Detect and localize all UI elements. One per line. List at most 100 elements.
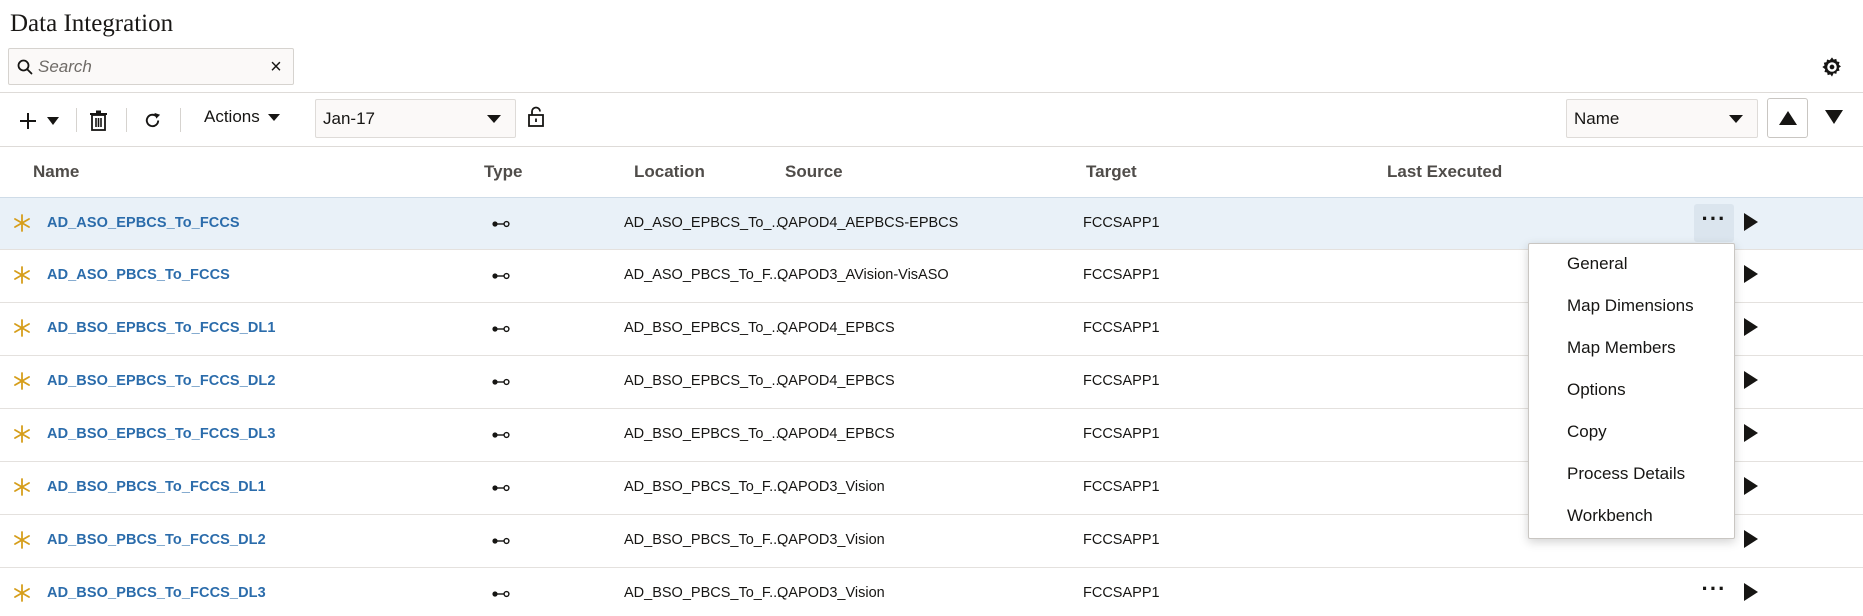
sort-ascending-button[interactable] [1767, 98, 1808, 138]
target-cell: FCCSAPP1 [1083, 215, 1160, 231]
integration-name-link[interactable]: AD_BSO_PBCS_To_FCCS_DL1 [47, 479, 266, 495]
integration-type-icon [492, 590, 510, 598]
run-icon[interactable] [1744, 371, 1758, 389]
location-cell: AD_BSO_EPBCS_To_... [624, 373, 784, 389]
run-icon[interactable] [1744, 530, 1758, 548]
triangle-up-icon [1779, 111, 1797, 125]
sort-descending-button[interactable] [1820, 98, 1850, 138]
menu-item-map-members[interactable]: Map Members [1567, 338, 1676, 358]
location-cell: AD_BSO_EPBCS_To_... [624, 426, 784, 442]
actions-label: Actions [204, 107, 260, 126]
integration-type-icon [492, 537, 510, 545]
target-cell: FCCSAPP1 [1083, 426, 1160, 442]
asterisk-icon [14, 214, 30, 232]
source-cell: QAPOD3_AVision-VisASO [777, 267, 949, 283]
integration-name-link[interactable]: AD_BSO_EPBCS_To_FCCS_DL2 [47, 373, 276, 389]
delete-icon[interactable] [89, 110, 108, 131]
page-title: Data Integration [10, 10, 174, 37]
chevron-down-icon [1729, 115, 1743, 123]
location-cell: AD_BSO_PBCS_To_F... [624, 532, 782, 548]
asterisk-icon [14, 584, 30, 602]
source-cell: QAPOD3_Vision [777, 479, 885, 495]
asterisk-icon [14, 425, 30, 443]
period-value: Jan-17 [323, 109, 375, 128]
source-cell: QAPOD4_EPBCS [777, 320, 895, 336]
integration-name-link[interactable]: AD_BSO_EPBCS_To_FCCS_DL1 [47, 320, 276, 336]
integration-name-link[interactable]: AD_BSO_EPBCS_To_FCCS_DL3 [47, 426, 276, 442]
actions-menu-button[interactable]: Actions [204, 107, 280, 133]
refresh-icon[interactable] [143, 111, 162, 130]
integration-type-icon [492, 220, 510, 228]
menu-item-general[interactable]: General [1567, 254, 1627, 274]
plus-icon[interactable] [18, 111, 38, 131]
more-actions-icon[interactable]: ··· [1694, 574, 1734, 612]
run-icon[interactable] [1744, 265, 1758, 283]
asterisk-icon [14, 372, 30, 390]
integration-type-icon [492, 325, 510, 333]
integration-type-icon [492, 484, 510, 492]
location-cell: AD_BSO_PBCS_To_F... [624, 585, 782, 601]
column-header-name[interactable]: Name [33, 162, 79, 182]
source-cell: QAPOD4_EPBCS [777, 426, 895, 442]
menu-item-workbench[interactable]: Workbench [1567, 506, 1653, 526]
menu-item-map-dimensions[interactable]: Map Dimensions [1567, 296, 1694, 316]
integration-name-link[interactable]: AD_ASO_EPBCS_To_FCCS [47, 215, 240, 231]
integration-type-icon [492, 378, 510, 386]
divider [76, 108, 77, 132]
source-cell: QAPOD4_EPBCS [777, 373, 895, 389]
chevron-down-icon [267, 114, 280, 122]
target-cell: FCCSAPP1 [1083, 585, 1160, 601]
run-icon[interactable] [1744, 213, 1758, 231]
more-actions-icon[interactable]: ··· [1694, 204, 1734, 242]
sort-field-select[interactable]: Name [1566, 99, 1758, 138]
menu-item-copy[interactable]: Copy [1567, 422, 1607, 442]
divider [126, 108, 127, 132]
triangle-down-icon [1825, 110, 1843, 124]
integration-type-icon [492, 272, 510, 280]
menu-item-options[interactable]: Options [1567, 380, 1626, 400]
asterisk-icon [14, 319, 30, 337]
column-header-target[interactable]: Target [1086, 162, 1137, 182]
run-icon[interactable] [1744, 477, 1758, 495]
asterisk-icon [14, 531, 30, 549]
chevron-down-icon [487, 115, 501, 123]
row-actions-menu: General Map Dimensions Map Members Optio… [1528, 243, 1735, 539]
source-cell: QAPOD4_AEPBCS-EPBCS [777, 215, 959, 231]
target-cell: FCCSAPP1 [1083, 479, 1160, 495]
integration-name-link[interactable]: AD_BSO_PBCS_To_FCCS_DL3 [47, 585, 266, 601]
unlock-icon[interactable] [528, 106, 544, 127]
integration-name-link[interactable]: AD_BSO_PBCS_To_FCCS_DL2 [47, 532, 266, 548]
clear-search-icon[interactable]: × [265, 56, 287, 78]
gear-icon[interactable] [1821, 56, 1843, 78]
search-icon [17, 59, 33, 75]
run-icon[interactable] [1744, 318, 1758, 336]
location-cell: AD_ASO_EPBCS_To_... [624, 215, 784, 231]
target-cell: FCCSAPP1 [1083, 320, 1160, 336]
target-cell: FCCSAPP1 [1083, 373, 1160, 389]
column-header-last-executed[interactable]: Last Executed [1387, 162, 1502, 182]
table-row[interactable]: AD_BSO_PBCS_To_FCCS_DL3 AD_BSO_PBCS_To_F.… [0, 568, 1863, 616]
target-cell: FCCSAPP1 [1083, 532, 1160, 548]
sort-field-value: Name [1574, 109, 1620, 128]
column-header-source[interactable]: Source [785, 162, 843, 182]
location-cell: AD_ASO_PBCS_To_F... [624, 267, 782, 283]
integration-name-link[interactable]: AD_ASO_PBCS_To_FCCS [47, 267, 230, 283]
column-header-type[interactable]: Type [484, 162, 522, 182]
integration-type-icon [492, 431, 510, 439]
column-header-location[interactable]: Location [634, 162, 705, 182]
location-cell: AD_BSO_EPBCS_To_... [624, 320, 784, 336]
divider [180, 108, 181, 132]
divider [0, 146, 1863, 147]
asterisk-icon [14, 478, 30, 496]
run-icon[interactable] [1744, 583, 1758, 601]
run-icon[interactable] [1744, 424, 1758, 442]
location-cell: AD_BSO_PBCS_To_F... [624, 479, 782, 495]
target-cell: FCCSAPP1 [1083, 267, 1160, 283]
chevron-down-icon[interactable] [47, 117, 59, 125]
menu-item-process-details[interactable]: Process Details [1567, 464, 1685, 484]
search-input[interactable] [38, 50, 258, 83]
asterisk-icon [14, 266, 30, 284]
period-select[interactable]: Jan-17 [315, 99, 516, 138]
divider [0, 92, 1863, 93]
search-box[interactable]: × [8, 48, 294, 85]
